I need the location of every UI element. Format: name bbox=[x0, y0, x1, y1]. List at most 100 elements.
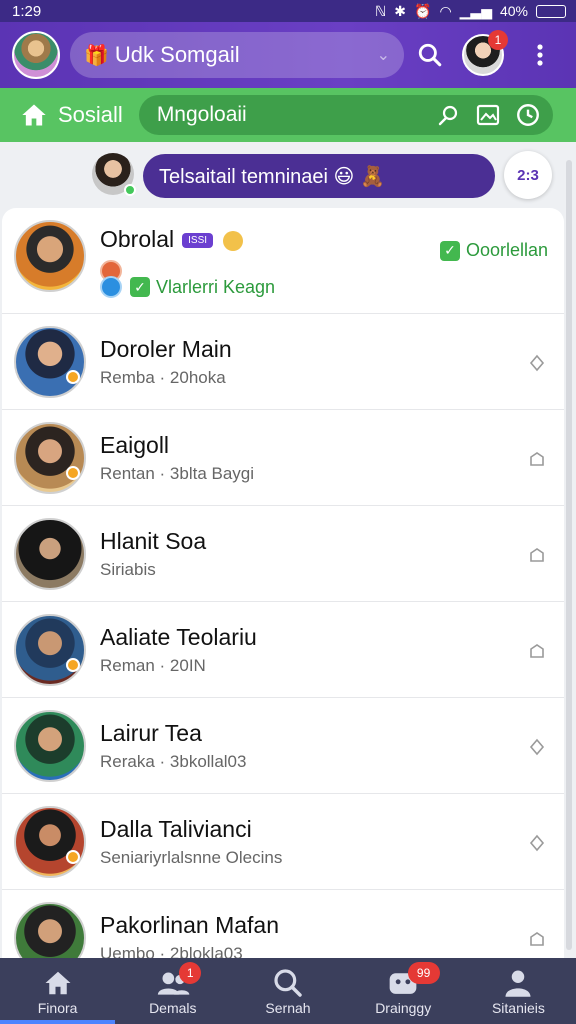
avatar bbox=[14, 220, 86, 292]
filter-search-bar[interactable]: Mngoloaii bbox=[138, 95, 553, 135]
chat-row[interactable]: Aaliate Teolariu Reman · 20IN bbox=[2, 602, 564, 698]
delivered-icon bbox=[529, 738, 545, 756]
chat-subtitle: Reman · 20IN bbox=[100, 656, 206, 675]
image-icon[interactable] bbox=[475, 103, 501, 127]
status-time: 1:29 bbox=[12, 2, 42, 20]
search-button[interactable] bbox=[410, 35, 450, 75]
status-message-pill[interactable]: Telsaitail temninaei 😃 🧸 bbox=[143, 154, 495, 198]
app-title-pill[interactable]: 🎁 Udk Somgail ⌄ bbox=[70, 32, 404, 78]
home-tab-label: Sosiall bbox=[58, 102, 123, 127]
chat-subtitle: Remba · 20hoka bbox=[100, 368, 226, 387]
battery-icon bbox=[536, 4, 566, 18]
chat-name: Eaigoll bbox=[100, 432, 170, 458]
nav-badge: 1 bbox=[179, 962, 202, 984]
chat-tag: ISSI bbox=[182, 233, 214, 249]
chat-row[interactable]: Hlanit Soa Siriabis bbox=[2, 506, 564, 602]
bottom-nav: Finora 1 Demals Sernah 99 Drainggy Sitan… bbox=[0, 958, 576, 1024]
chat-name: Aaliate Teolariu bbox=[100, 624, 257, 650]
chat-list: Obrolal ISSI ✓ Vlarlerri Keagn ✓ Ooorlell… bbox=[2, 208, 564, 958]
chat-subtitle: Uembo · 2blokla03 bbox=[100, 944, 243, 958]
check-icon: ✓ bbox=[439, 240, 460, 261]
nav-label: Drainggy bbox=[375, 1000, 432, 1016]
chat-name: Lairur Tea bbox=[100, 720, 202, 746]
avatar bbox=[14, 614, 86, 686]
emoji-icon bbox=[223, 230, 244, 251]
badge-icon bbox=[66, 466, 80, 480]
chat-name: Doroler Main bbox=[100, 336, 232, 362]
chat-name: Obrolal bbox=[100, 226, 175, 252]
bluetooth-icon: ✱ bbox=[394, 2, 406, 19]
avatar bbox=[14, 902, 86, 958]
nav-item-profile[interactable]: Sitanieis bbox=[461, 958, 576, 1024]
globe-icon bbox=[100, 276, 122, 298]
home-icon bbox=[45, 971, 71, 995]
nav-label: Demals bbox=[149, 1000, 197, 1016]
chat-name: Dalla Talivianci bbox=[100, 816, 252, 842]
nav-item-search[interactable]: Sernah bbox=[230, 958, 345, 1024]
chat-row[interactable]: Doroler Main Remba · 20hoka bbox=[2, 314, 564, 410]
battery-percent: 40% bbox=[499, 3, 528, 19]
search-icon[interactable] bbox=[437, 103, 461, 127]
nav-label: Finora bbox=[37, 1000, 78, 1016]
sent-icon bbox=[530, 452, 544, 466]
chat-status-text: Ooorlellan bbox=[465, 240, 548, 260]
status-row: Telsaitail temninaei 😃 🧸 2:3 bbox=[0, 142, 576, 208]
more-vertical-icon bbox=[537, 44, 543, 66]
nav-item-games[interactable]: 99 Drainggy bbox=[346, 958, 461, 1024]
badge-icon bbox=[66, 370, 80, 384]
chat-row[interactable]: Lairur Tea Reraka · 3bkollal03 bbox=[2, 698, 564, 794]
status-bar: 1:29 ℕ ✱ ⏰ ◠ ▁▃▅ 40% bbox=[0, 0, 576, 22]
avatar bbox=[14, 806, 86, 878]
status-icons: ℕ ✱ ⏰ ◠ ▁▃▅ 40% bbox=[375, 3, 566, 20]
chat-status-label: ✓ Ooorlellan bbox=[439, 240, 548, 261]
chat-row[interactable]: Pakorlinan Mafan Uembo · 2blokla03 bbox=[2, 890, 564, 958]
chat-subtitle: Vlarlerri Keagn bbox=[156, 276, 276, 297]
chat-name: Hlanit Soa bbox=[100, 528, 207, 554]
search-icon bbox=[418, 43, 442, 67]
nav-item-home[interactable]: Finora bbox=[0, 958, 116, 1024]
sent-icon bbox=[530, 932, 544, 946]
chat-name: Pakorlinan Mafan bbox=[100, 912, 279, 938]
chat-subtitle: Siriabis bbox=[100, 560, 156, 579]
check-icon: ✓ bbox=[130, 277, 150, 297]
search-icon bbox=[274, 969, 302, 997]
badge-icon bbox=[66, 658, 80, 672]
nav-label: Sitanieis bbox=[491, 1000, 545, 1016]
avatar bbox=[14, 422, 86, 494]
verified-row: ✓ Vlarlerri Keagn bbox=[100, 276, 275, 298]
alarm-icon: ⏰ bbox=[414, 2, 432, 19]
app-title: Udk Somgail bbox=[114, 42, 240, 67]
user-avatar[interactable]: 1 bbox=[462, 30, 508, 76]
chat-subtitle: Rentan · 3blta Baygi bbox=[100, 464, 255, 483]
chat-subtitle: Reraka · 3bkollal03 bbox=[100, 752, 247, 771]
avatar bbox=[14, 518, 86, 590]
nav-item-people[interactable]: 1 Demals bbox=[115, 958, 230, 1024]
filter-icons bbox=[437, 102, 541, 128]
nfc-icon: ℕ bbox=[375, 2, 387, 19]
signal-icon: ▁▃▅ bbox=[459, 2, 492, 19]
chat-row[interactable]: Dalla Talivianci Seniariyrlalsnne Olecin… bbox=[2, 794, 564, 890]
notification-badge: 1 bbox=[488, 30, 508, 50]
nav-label: Sernah bbox=[265, 1000, 311, 1016]
more-menu-button[interactable] bbox=[520, 35, 560, 75]
status-count-text: 2:3 bbox=[517, 166, 539, 184]
avatar bbox=[14, 326, 86, 398]
status-count-badge[interactable]: 2:3 bbox=[504, 151, 552, 199]
chat-row[interactable]: Obrolal ISSI ✓ Vlarlerri Keagn ✓ Ooorlell… bbox=[2, 208, 564, 314]
status-message-text: Telsaitail temninaei 😃 🧸 bbox=[159, 165, 385, 188]
nav-badge: 99 bbox=[407, 962, 440, 984]
gift-icon: 🎁 bbox=[84, 44, 109, 67]
clock-icon[interactable] bbox=[515, 102, 541, 128]
chat-name-wrap: Obrolal ISSI bbox=[100, 226, 244, 253]
top-app-bar: 🎁 Udk Somgail ⌄ 1 bbox=[0, 22, 576, 88]
badge-icon bbox=[66, 850, 80, 864]
avatar bbox=[14, 710, 86, 782]
scrollbar[interactable] bbox=[566, 160, 572, 950]
chat-subtitle: Seniariyrlalsnne Olecins bbox=[100, 848, 283, 867]
section-bar: Sosiall Mngoloaii bbox=[0, 88, 576, 142]
chat-row[interactable]: Eaigoll Rentan · 3blta Baygi bbox=[2, 410, 564, 506]
profile-avatar[interactable] bbox=[12, 31, 60, 79]
chevron-down-icon: ⌄ bbox=[376, 47, 390, 64]
home-tab[interactable]: Sosiall bbox=[20, 102, 123, 128]
online-indicator bbox=[124, 184, 136, 196]
